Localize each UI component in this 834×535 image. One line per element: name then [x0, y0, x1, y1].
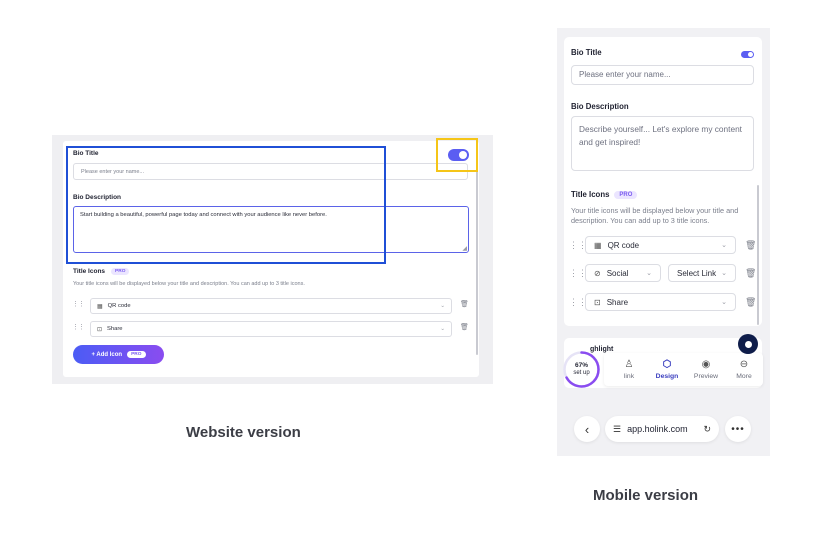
qr-code-icon: ▦ [594, 240, 602, 250]
website-row-label: QR code [107, 303, 131, 309]
setup-label: set up [573, 370, 590, 376]
nav-label: More [736, 373, 752, 380]
mobile-scrollbar[interactable] [757, 185, 759, 325]
social-icon: ⊘ [594, 268, 601, 278]
browser-back-button[interactable]: ‹ [574, 416, 600, 442]
browser-url-bar[interactable]: ☰ app.holink.com ↻ [605, 416, 719, 442]
chevron-down-icon: ⌄ [440, 303, 445, 309]
mobile-title-icons-help: Your title icons will be displayed below… [571, 206, 739, 225]
toggle-knob [748, 52, 753, 57]
more-icon: ⊖ [739, 359, 749, 370]
chevron-down-icon: ⌄ [721, 299, 727, 306]
mobile-row-label: QR code [607, 240, 640, 250]
drag-handle-icon[interactable]: ⋮⋮ [72, 300, 85, 308]
mobile-pro-badge: PRO [614, 190, 638, 199]
website-add-icon-button[interactable]: + Add Icon PRO [73, 345, 164, 364]
nav-item-more[interactable]: ⊖ More [726, 359, 762, 380]
user-icon: ♙ [624, 359, 634, 370]
website-title-icon-select-share[interactable]: ⊡ Share ⌄ [90, 321, 452, 337]
resize-handle-icon[interactable]: ◢ [462, 245, 467, 252]
setup-progress-widget[interactable]: 67% set up [562, 350, 601, 389]
trash-icon[interactable]: 🗑 [745, 268, 756, 279]
mobile-row-label: Share [606, 297, 629, 307]
qr-code-icon: ▦ [97, 303, 103, 310]
website-scrollbar[interactable] [476, 165, 478, 355]
nav-label: link [623, 373, 635, 380]
mobile-bio-title-input[interactable]: Please enter your name... [571, 65, 754, 85]
chat-icon [744, 340, 752, 348]
setup-percent: 67% [574, 362, 588, 369]
mobile-title-icon-select-qr[interactable]: ▦ QR code ⌄ [585, 236, 736, 254]
website-pro-badge: PRO [111, 268, 130, 275]
browser-menu-button[interactable]: ••• [725, 416, 751, 442]
mobile-title-icon-select-share[interactable]: ⊡ Share ⌄ [585, 293, 736, 311]
mobile-select-link-dropdown[interactable]: Select Link ⌄ [668, 264, 736, 282]
nav-label: Preview [693, 373, 719, 380]
chevron-down-icon: ⌄ [721, 270, 727, 277]
mobile-title-icons-header: Title Icons PRO [571, 190, 638, 199]
chevron-down-icon: ⌄ [646, 270, 652, 277]
trash-icon[interactable]: 🗑 [745, 240, 756, 251]
mobile-bio-description-label: Bio Description [571, 102, 629, 111]
tabs-icon: ☰ [613, 423, 622, 434]
add-icon-label: + Add Icon [91, 351, 123, 358]
add-icon-pro-badge: PRO [127, 351, 146, 358]
chevron-down-icon: ⌄ [440, 326, 445, 332]
mobile-title-icon-select-social[interactable]: ⊘ Social ⌄ [585, 264, 661, 282]
design-icon: ⬡ [662, 359, 672, 370]
browser-url: app.holink.com [627, 424, 688, 434]
nav-item-design[interactable]: ⬡ Design [649, 359, 685, 380]
nav-item-preview[interactable]: ◉ Preview [688, 359, 724, 380]
nav-item-link[interactable]: ♙ link [611, 359, 647, 380]
trash-icon[interactable]: 🗑 [460, 300, 469, 308]
share-icon: ⊡ [97, 326, 103, 333]
nav-label: Design [655, 373, 679, 380]
share-icon: ⊡ [594, 297, 601, 307]
highlight-box-blue [66, 146, 386, 264]
website-title-icons-label: Title Icons [73, 268, 106, 275]
chevron-left-icon: ‹ [584, 421, 590, 437]
chat-button[interactable] [738, 334, 758, 354]
trash-icon[interactable]: 🗑 [745, 297, 756, 308]
website-title-icon-select-qr[interactable]: ▦ QR code ⌄ [90, 298, 452, 314]
trash-icon[interactable]: 🗑 [460, 323, 469, 331]
reload-icon[interactable]: ↻ [703, 424, 711, 435]
website-title-icons-help: Your title icons will be displayed below… [73, 281, 305, 287]
chevron-down-icon: ⌄ [721, 242, 727, 249]
mobile-select-link-label: Select Link [677, 268, 717, 278]
mobile-bio-title-label: Bio Title [571, 48, 602, 57]
mobile-title-icons-label: Title Icons [571, 190, 610, 199]
eye-icon: ◉ [701, 359, 711, 370]
drag-handle-icon[interactable]: ⋮⋮ [72, 323, 85, 331]
website-caption: Website version [186, 424, 301, 441]
highlight-box-yellow [436, 138, 478, 172]
more-horizontal-icon: ••• [731, 423, 745, 435]
website-title-icons-header: Title Icons PRO [73, 268, 130, 275]
mobile-bio-title-toggle[interactable] [741, 51, 754, 58]
mobile-row-label: Social [606, 268, 629, 278]
mobile-bio-description-textarea[interactable]: Describe yourself... Let's explore my co… [571, 116, 754, 171]
mobile-caption: Mobile version [593, 487, 699, 504]
website-row-label: Share [107, 326, 123, 332]
